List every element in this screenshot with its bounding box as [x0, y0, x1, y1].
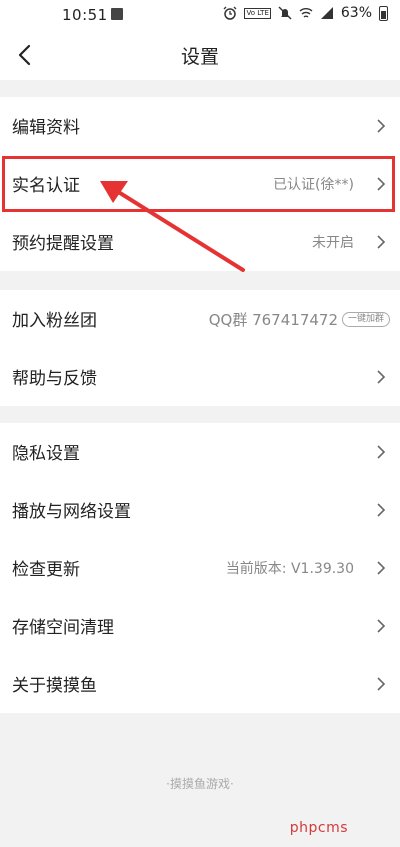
battery-percent: 63% [340, 5, 372, 21]
settings-item-help-feedback[interactable]: 帮助与反馈 [0, 348, 400, 406]
settings-item-label: 存储空间清理 [12, 618, 114, 638]
chevron-right-icon [377, 619, 386, 633]
settings-group-account: 编辑资料 实名认证 已认证(徐**) 预约提醒设置 未开启 [0, 97, 400, 271]
settings-item-label: 预约提醒设置 [12, 234, 114, 254]
current-version: 当前版本: V1.39.30 [225, 561, 354, 577]
settings-item-label: 隐私设置 [12, 444, 80, 464]
settings-item-label: 关于摸摸鱼 [12, 676, 97, 696]
settings-group-app: 隐私设置 播放与网络设置 检查更新 当前版本: V1.39.30 存储空间清理 … [0, 423, 400, 713]
nav-bar: 设置 [0, 30, 400, 80]
chevron-right-icon [377, 235, 386, 249]
verification-status: 已认证(徐**) [273, 177, 354, 193]
settings-item-about[interactable]: 关于摸摸鱼 [0, 655, 400, 713]
chevron-right-icon [377, 503, 386, 517]
settings-item-edit-profile[interactable]: 编辑资料 [0, 97, 400, 155]
settings-item-reminder[interactable]: 预约提醒设置 未开启 [0, 213, 400, 271]
chevron-right-icon [377, 119, 386, 133]
settings-item-playback-network[interactable]: 播放与网络设置 [0, 481, 400, 539]
signal-icon [320, 7, 333, 19]
battery-icon [379, 5, 388, 21]
settings-item-label: 播放与网络设置 [12, 502, 131, 522]
mute-icon [278, 6, 292, 20]
footer-text: ·摸摸鱼游戏· [166, 777, 234, 791]
chevron-right-icon [377, 445, 386, 459]
status-bar: 10:51 Vo LTE 63% [0, 0, 400, 30]
chevron-right-icon [377, 561, 386, 575]
status-time: 10:51 [62, 6, 108, 24]
alarm-icon [224, 6, 237, 20]
chevron-right-icon [377, 370, 386, 384]
settings-item-real-name[interactable]: 实名认证 已认证(徐**) [0, 155, 400, 213]
image-notification-icon [111, 8, 123, 20]
settings-item-label: 编辑资料 [12, 118, 80, 138]
reminder-status: 未开启 [312, 235, 354, 251]
chevron-right-icon [377, 177, 386, 191]
settings-item-label: 实名认证 [12, 176, 80, 196]
settings-item-storage-clean[interactable]: 存储空间清理 [0, 597, 400, 655]
chevron-right-icon [377, 677, 386, 691]
settings-group-community: 加入粉丝团 QQ群 767417472 一键加群 帮助与反馈 [0, 290, 400, 406]
watermark: phpcms [289, 820, 348, 836]
settings-item-fan-club[interactable]: 加入粉丝团 QQ群 767417472 一键加群 [0, 290, 400, 348]
page-title: 设置 [180, 46, 219, 68]
settings-item-label: 帮助与反馈 [12, 369, 97, 389]
settings-item-privacy[interactable]: 隐私设置 [0, 423, 400, 481]
settings-item-label: 加入粉丝团 [12, 311, 97, 331]
status-icons: Vo LTE 63% [223, 5, 388, 21]
settings-item-check-update[interactable]: 检查更新 当前版本: V1.39.30 [0, 539, 400, 597]
settings-item-label: 检查更新 [12, 560, 80, 580]
volte-icon: Vo LTE [244, 7, 271, 19]
join-group-button[interactable]: 一键加群 [341, 312, 390, 327]
wifi-icon [299, 8, 313, 18]
qq-group-number: QQ群 767417472 [208, 311, 338, 329]
